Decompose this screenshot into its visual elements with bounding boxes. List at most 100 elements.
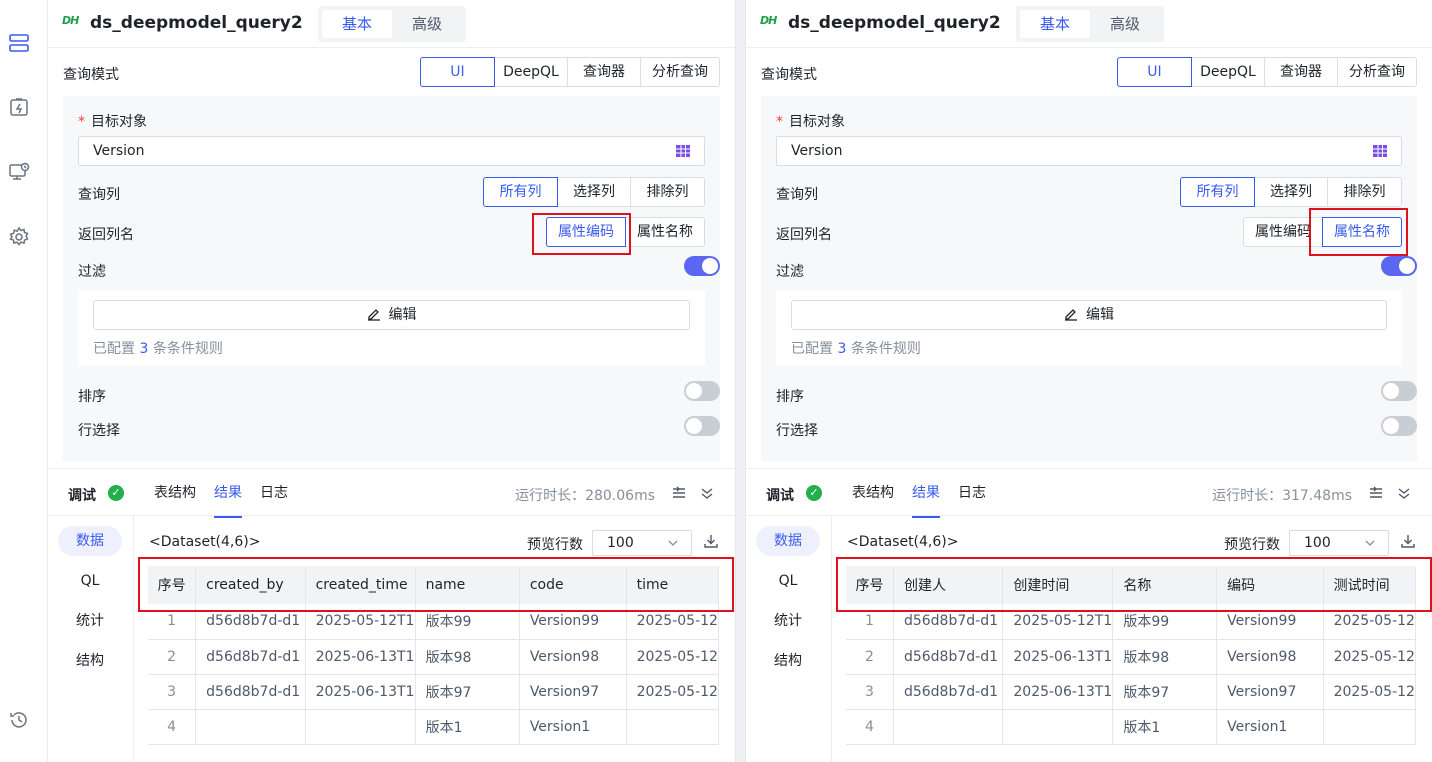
column-header[interactable]: 创建人 xyxy=(893,566,1004,604)
table-cell: 2025-06-13T1 xyxy=(305,639,416,675)
side-tab-ql[interactable]: QL xyxy=(756,566,820,596)
tab-logs[interactable]: 日志 xyxy=(260,469,288,517)
query-mode-deepql[interactable]: DeepQL xyxy=(494,57,568,87)
sort-toggle[interactable] xyxy=(684,381,720,401)
column-header[interactable]: time xyxy=(626,566,719,604)
row-select-toggle[interactable] xyxy=(684,416,720,436)
filter-toggle[interactable] xyxy=(684,256,720,276)
gear-icon[interactable] xyxy=(8,226,30,248)
side-tab-ql[interactable]: QL xyxy=(58,566,122,596)
table-row[interactable]: 3 d56d8b7d-d1 2025-06-13T1 版本97 Version97 202… xyxy=(846,674,1416,710)
return-attr-code[interactable]: 属性编码 xyxy=(1243,217,1323,247)
columns-exclude[interactable]: 排除列 xyxy=(1327,177,1402,207)
database-layers-icon[interactable] xyxy=(8,32,30,54)
panel-title: ds_deepmodel_query2 xyxy=(788,13,1001,33)
query-mode-ui[interactable]: UI xyxy=(1117,57,1192,87)
preview-rows-select[interactable]: 100 xyxy=(1289,530,1389,556)
tab-results[interactable]: 结果 xyxy=(912,469,940,518)
preview-rows-label: 预览行数 xyxy=(1224,537,1280,553)
query-columns-label: 查询列 xyxy=(78,187,120,203)
table-row[interactable]: 3 d56d8b7d-d1 2025-06-13T1 版本97 Version97 202… xyxy=(148,674,719,710)
panel-title: ds_deepmodel_query2 xyxy=(90,13,303,33)
preview-rows-select[interactable]: 100 xyxy=(592,530,692,556)
target-object-input[interactable]: Version xyxy=(78,136,705,166)
column-header[interactable]: created_time xyxy=(305,566,416,604)
chevron-double-down-icon[interactable] xyxy=(699,485,715,501)
table-cell: 2025-05-12 xyxy=(1323,639,1416,675)
tab-basic[interactable]: 基本 xyxy=(322,10,392,38)
column-header[interactable]: 创建时间 xyxy=(1002,566,1114,604)
columns-select[interactable]: 选择列 xyxy=(1254,177,1328,207)
column-header[interactable]: 测试时间 xyxy=(1323,566,1416,604)
table-row[interactable]: 1 d56d8b7d-d1 2025-05-12T1 版本99 Version99 202… xyxy=(846,604,1416,640)
history-icon[interactable] xyxy=(8,709,30,731)
runtime-text: 运行时长：317.48ms xyxy=(1212,488,1352,504)
panel-divider[interactable] xyxy=(736,0,745,762)
filter-toggle[interactable] xyxy=(1381,256,1417,276)
target-object-input[interactable]: Version xyxy=(776,136,1402,166)
side-tab-structure[interactable]: 结构 xyxy=(756,646,820,676)
side-tab-structure[interactable]: 结构 xyxy=(58,646,122,676)
table-cell: 2025-05-12 xyxy=(626,674,719,710)
table-header-row: 序号 创建人 创建时间 名称 编码 测试时间 xyxy=(846,566,1416,604)
query-mode-querier[interactable]: 查询器 xyxy=(1264,57,1338,87)
column-header[interactable]: 序号 xyxy=(846,566,894,604)
chevron-double-down-icon[interactable] xyxy=(1396,485,1412,501)
side-tab-data[interactable]: 数据 xyxy=(756,526,820,556)
column-header[interactable]: 编码 xyxy=(1216,566,1324,604)
column-header[interactable]: 序号 xyxy=(148,566,197,604)
return-attr-name[interactable]: 属性名称 xyxy=(625,217,705,247)
tab-basic[interactable]: 基本 xyxy=(1020,10,1090,38)
query-mode-analysis[interactable]: 分析查询 xyxy=(640,57,720,87)
table-cell: Version98 xyxy=(1216,639,1324,675)
query-mode-ui[interactable]: UI xyxy=(420,57,495,87)
return-column-name-group: 属性编码 属性名称 xyxy=(1243,217,1402,247)
debug-title: 调试 xyxy=(68,488,96,504)
table-row[interactable]: 4 版本1 Version1 xyxy=(846,709,1416,745)
flash-card-icon[interactable] xyxy=(8,96,30,118)
column-header[interactable]: code xyxy=(519,566,627,604)
return-attr-name[interactable]: 属性名称 xyxy=(1322,217,1402,247)
tab-table-structure[interactable]: 表结构 xyxy=(852,469,894,517)
table-cell: 2025-05-12T1 xyxy=(1002,604,1114,640)
tab-advanced[interactable]: 高级 xyxy=(392,10,462,38)
edit-filter-button[interactable]: 编辑 xyxy=(791,300,1387,330)
table-cell: 2 xyxy=(148,639,197,675)
row-select-toggle[interactable] xyxy=(1381,416,1417,436)
columns-all[interactable]: 所有列 xyxy=(1180,177,1255,207)
table-row[interactable]: 1 d56d8b7d-d1 2025-05-12T1 版本99 Version99 202… xyxy=(148,604,719,640)
query-columns-group: 所有列 选择列 排除列 xyxy=(483,177,705,207)
list-collapse-icon[interactable] xyxy=(671,485,687,501)
table-row[interactable]: 2 d56d8b7d-d1 2025-06-13T1 版本98 Version98 202… xyxy=(148,639,719,675)
column-header[interactable]: 名称 xyxy=(1112,566,1218,604)
side-tab-stats[interactable]: 统计 xyxy=(756,606,820,636)
columns-select[interactable]: 选择列 xyxy=(557,177,631,207)
table-cell: 版本97 xyxy=(1112,674,1218,710)
tab-advanced[interactable]: 高级 xyxy=(1090,10,1160,38)
tab-results[interactable]: 结果 xyxy=(214,469,242,518)
edit-filter-button[interactable]: 编辑 xyxy=(93,300,690,330)
table-cell: 版本97 xyxy=(415,674,520,710)
column-header[interactable]: name xyxy=(415,566,520,604)
sort-toggle[interactable] xyxy=(1381,381,1417,401)
table-cell: Version1 xyxy=(1216,709,1324,745)
download-icon[interactable] xyxy=(703,533,719,549)
side-tab-stats[interactable]: 统计 xyxy=(58,606,122,636)
query-mode-analysis[interactable]: 分析查询 xyxy=(1337,57,1417,87)
query-mode-deepql[interactable]: DeepQL xyxy=(1191,57,1265,87)
table-row[interactable]: 2 d56d8b7d-d1 2025-06-13T1 版本98 Version98 202… xyxy=(846,639,1416,675)
return-column-name-label: 返回列名 xyxy=(776,227,832,243)
tab-table-structure[interactable]: 表结构 xyxy=(154,469,196,517)
list-collapse-icon[interactable] xyxy=(1368,485,1384,501)
side-tab-data[interactable]: 数据 xyxy=(58,526,122,556)
columns-all[interactable]: 所有列 xyxy=(483,177,558,207)
query-mode-querier[interactable]: 查询器 xyxy=(567,57,641,87)
columns-exclude[interactable]: 排除列 xyxy=(630,177,705,207)
return-attr-code[interactable]: 属性编码 xyxy=(546,217,626,247)
column-header[interactable]: created_by xyxy=(195,566,306,604)
monitor-clock-icon[interactable] xyxy=(8,161,30,183)
tab-logs[interactable]: 日志 xyxy=(958,469,986,517)
table-cell: 2025-06-13T1 xyxy=(305,674,416,710)
download-icon[interactable] xyxy=(1400,533,1416,549)
table-row[interactable]: 4 版本1 Version1 xyxy=(148,709,719,745)
